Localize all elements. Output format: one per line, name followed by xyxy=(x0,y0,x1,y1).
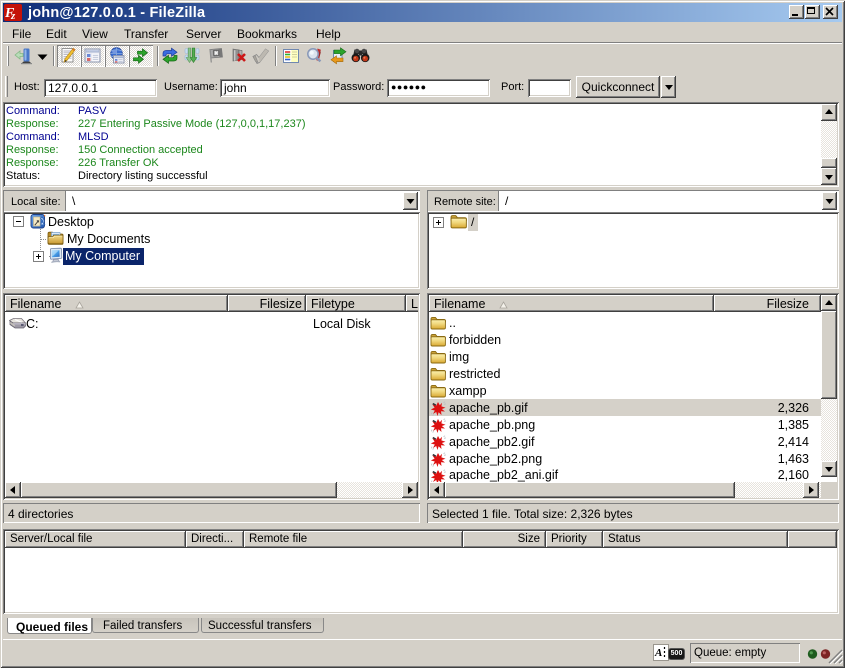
svg-text:z: z xyxy=(10,10,16,21)
svg-text:A: A xyxy=(654,647,662,659)
